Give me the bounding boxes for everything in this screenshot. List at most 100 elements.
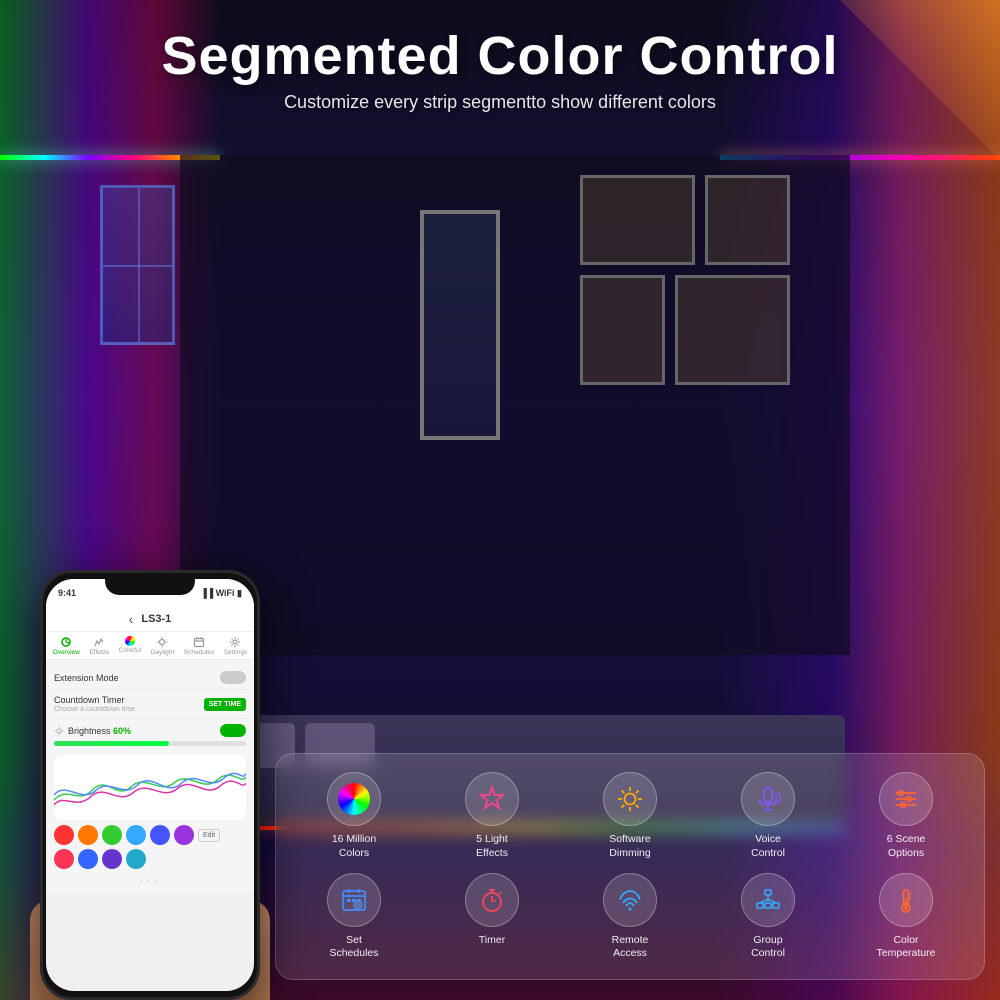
color-teal[interactable] [126,849,146,869]
extension-mode-label: Extension Mode [54,673,119,683]
countdown-row: Countdown Timer Choose a countdown time.… [54,690,246,719]
main-title: Segmented Color Control [20,25,980,87]
countdown-sub: Choose a countdown time. [54,706,137,713]
set-time-button[interactable]: SET TIME [204,698,246,711]
nav-settings-label: Settings [224,649,248,656]
color-blue[interactable] [150,825,170,845]
feature-icon-circle-schedules[interactable] [327,873,381,927]
remote-access-icon [616,886,644,914]
colorful-icon [125,636,135,646]
feature-timer: Timer [428,873,556,961]
feature-group-control: GroupControl [704,873,832,961]
brightness-text: Brightness 60% [68,726,131,736]
feature-color-temp: ColorTemperature [842,873,970,961]
nav-schedules[interactable]: Schedules [184,636,214,656]
nav-daylight[interactable]: Daylight [151,636,174,656]
brightness-label-group: Brightness 60% [54,726,131,736]
color-red[interactable] [54,825,74,845]
nav-colorful[interactable]: Colorful [119,636,141,656]
nav-colorful-label: Colorful [119,647,141,654]
color-indigo[interactable] [78,849,98,869]
timer-icon [478,886,506,914]
feature-icon-circle-remote[interactable] [603,873,657,927]
nav-overview-label: Overview [53,649,80,656]
countdown-label: Countdown Timer [54,695,137,705]
nav-overview[interactable]: Overview [53,636,80,656]
voice-icon [753,784,783,814]
color-circles-row: Edit [54,825,246,845]
feature-remote-access: RemoteAccess [566,873,694,961]
phone-mockup: 9:41 ▐▐ WiFi ▮ ‹ LS3-1 Overview Effects … [40,570,260,1000]
feature-icon-circle-timer[interactable] [465,873,519,927]
device-name: LS3-1 [141,613,171,625]
nav-daylight-label: Daylight [151,649,174,656]
nav-schedules-label: Schedules [184,649,214,656]
phone-app-content: Extension Mode Countdown Timer Choose a … [46,660,254,893]
feature-icon-circle-group[interactable] [741,873,795,927]
subtitle: Customize every strip segmentto show dif… [20,92,980,113]
countdown-info: Countdown Timer Choose a countdown time. [54,695,137,713]
features-panel: 16 MillionColors 5 LightEffects [275,753,985,980]
nav-effects[interactable]: Effects [89,636,109,656]
feature-group-label: GroupControl [751,934,785,961]
feature-light-effects: 5 LightEffects [428,772,556,860]
back-arrow[interactable]: ‹ [129,611,134,627]
phone-screen: 9:41 ▐▐ WiFi ▮ ‹ LS3-1 Overview Effects … [46,579,254,991]
feature-icon-circle-dimming[interactable] [603,772,657,826]
brightness-slider-fill [54,741,169,746]
extension-toggle[interactable] [220,671,246,684]
star-icon [477,784,507,814]
brightness-pct: 60% [113,726,131,736]
brightness-section: Brightness 60% [54,719,246,751]
brightness-toggle[interactable] [220,724,246,737]
phone-app-header: ‹ LS3-1 [46,607,254,632]
feature-software-dimming: SoftwareDimming [566,772,694,860]
brightness-header: Brightness 60% [54,724,246,737]
color-purple[interactable] [174,825,194,845]
group-control-icon [754,886,782,914]
feature-dimming-label: SoftwareDimming [609,833,650,860]
extension-mode-row: Extension Mode [54,666,246,690]
sun-icon-small [54,726,64,736]
brightness-slider-track[interactable] [54,741,246,746]
feature-temp-label: ColorTemperature [877,934,936,961]
phone-notch [105,573,195,595]
color-wheel-icon [338,783,370,815]
feature-voice-label: VoiceControl [751,833,785,860]
color-lightblue[interactable] [126,825,146,845]
feature-colors-label: 16 MillionColors [332,833,376,860]
sun-dimming-icon [615,784,645,814]
edit-button[interactable]: Edit [198,829,220,842]
nav-effects-label: Effects [89,649,109,656]
feature-schedules-label: SetSchedules [329,934,378,961]
features-row-2: SetSchedules Timer [290,873,970,961]
feature-timer-label: Timer [479,934,505,948]
chart-area [54,755,246,820]
feature-icon-circle-colors[interactable] [327,772,381,826]
chart-svg [54,755,246,820]
feature-effects-label: 5 LightEffects [476,833,508,860]
color-pink[interactable] [54,849,74,869]
features-row-1: 16 MillionColors 5 LightEffects [290,772,970,860]
feature-icon-circle-voice[interactable] [741,772,795,826]
color-circles-row2 [54,849,246,869]
phone-nav-bar: Overview Effects Colorful Daylight Sched… [46,632,254,660]
header-section: Segmented Color Control Customize every … [0,0,1000,123]
feature-16m-colors: 16 MillionColors [290,772,418,860]
phone-icons: ▐▐ WiFi ▮ [200,588,242,599]
feature-voice-control: VoiceControl [704,772,832,860]
feature-set-schedules: SetSchedules [290,873,418,961]
nav-settings[interactable]: Settings [224,636,248,656]
color-violet[interactable] [102,849,122,869]
color-orange[interactable] [78,825,98,845]
color-green[interactable] [102,825,122,845]
feature-icon-circle-effects[interactable] [465,772,519,826]
more-dots[interactable]: ··· [54,873,246,887]
thermometer-icon [892,886,920,914]
feature-icon-circle-temp[interactable] [879,873,933,927]
sliders-icon [891,784,921,814]
feature-scenes-label: 6 SceneOptions [887,833,926,860]
feature-icon-circle-scenes[interactable] [879,772,933,826]
feature-scene-options: 6 SceneOptions [842,772,970,860]
phone-time: 9:41 [58,588,76,598]
